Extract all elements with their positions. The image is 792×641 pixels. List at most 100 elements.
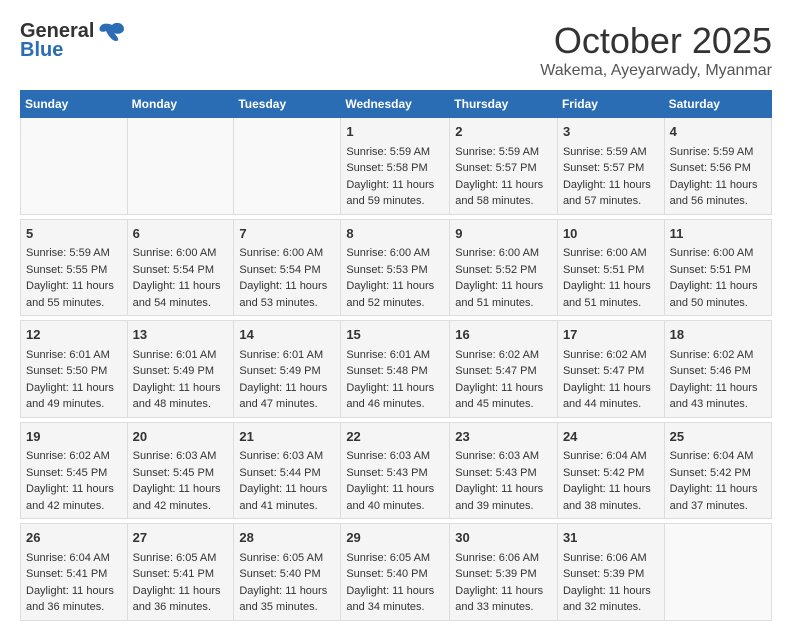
page-header: General Blue October 2025 Wakema, Ayeyar…	[20, 20, 772, 80]
day-number: 2	[455, 122, 552, 142]
day-cell: 27 Sunrise: 6:05 AMSunset: 5:41 PMDayligh…	[127, 524, 234, 621]
day-number: 17	[563, 325, 659, 345]
day-number: 15	[346, 325, 444, 345]
day-info: Sunrise: 6:03 AMSunset: 5:44 PMDaylight:…	[239, 450, 327, 512]
day-cell: 9 Sunrise: 6:00 AMSunset: 5:52 PMDaylight…	[450, 219, 558, 316]
month-title: October 2025	[540, 20, 772, 62]
day-number: 22	[346, 427, 444, 447]
day-cell: 24 Sunrise: 6:04 AMSunset: 5:42 PMDayligh…	[557, 422, 664, 519]
day-number: 13	[133, 325, 229, 345]
day-cell: 19Sunrise: 6:02 AMSunset: 5:45 PMDayligh…	[21, 422, 128, 519]
day-cell: 31Sunrise: 6:06 AMSunset: 5:39 PMDayligh…	[557, 524, 664, 621]
calendar-table: SundayMondayTuesdayWednesdayThursdayFrid…	[20, 90, 772, 621]
day-info: Sunrise: 6:05 AMSunset: 5:40 PMDaylight:…	[346, 552, 434, 614]
day-cell: 22 Sunrise: 6:03 AMSunset: 5:43 PMDayligh…	[341, 422, 450, 519]
day-info: Sunrise: 6:04 AMSunset: 5:41 PMDaylight:…	[26, 552, 114, 614]
day-number: 7	[239, 224, 335, 244]
day-info: Sunrise: 6:00 AMSunset: 5:53 PMDaylight:…	[346, 247, 434, 309]
day-number: 24	[563, 427, 659, 447]
day-info: Sunrise: 6:00 AMSunset: 5:54 PMDaylight:…	[239, 247, 327, 309]
day-info: Sunrise: 5:59 AMSunset: 5:56 PMDaylight:…	[670, 146, 758, 208]
day-info: Sunrise: 6:00 AMSunset: 5:51 PMDaylight:…	[670, 247, 758, 309]
day-number: 21	[239, 427, 335, 447]
day-cell: 17 Sunrise: 6:02 AMSunset: 5:47 PMDayligh…	[557, 321, 664, 418]
day-cell	[234, 118, 341, 215]
day-info: Sunrise: 6:06 AMSunset: 5:39 PMDaylight:…	[563, 552, 651, 614]
logo-blue: Blue	[20, 39, 63, 62]
day-info: Sunrise: 6:01 AMSunset: 5:48 PMDaylight:…	[346, 349, 434, 411]
day-info: Sunrise: 6:00 AMSunset: 5:51 PMDaylight:…	[563, 247, 651, 309]
day-info: Sunrise: 6:04 AMSunset: 5:42 PMDaylight:…	[563, 450, 651, 512]
week-row-5: 26Sunrise: 6:04 AMSunset: 5:41 PMDayligh…	[21, 524, 772, 621]
day-number: 30	[455, 528, 552, 548]
week-row-3: 12Sunrise: 6:01 AMSunset: 5:50 PMDayligh…	[21, 321, 772, 418]
day-info: Sunrise: 6:02 AMSunset: 5:45 PMDaylight:…	[26, 450, 114, 512]
day-number: 11	[670, 224, 766, 244]
day-info: Sunrise: 6:05 AMSunset: 5:40 PMDaylight:…	[239, 552, 327, 614]
day-info: Sunrise: 5:59 AMSunset: 5:58 PMDaylight:…	[346, 146, 434, 208]
day-number: 14	[239, 325, 335, 345]
day-cell: 26Sunrise: 6:04 AMSunset: 5:41 PMDayligh…	[21, 524, 128, 621]
logo: General Blue	[20, 20, 126, 62]
day-info: Sunrise: 6:00 AMSunset: 5:52 PMDaylight:…	[455, 247, 543, 309]
day-info: Sunrise: 6:02 AMSunset: 5:47 PMDaylight:…	[563, 349, 651, 411]
day-cell: 25Sunrise: 6:04 AMSunset: 5:42 PMDayligh…	[664, 422, 771, 519]
title-block: October 2025 Wakema, Ayeyarwady, Myanmar	[540, 20, 772, 80]
day-info: Sunrise: 6:01 AMSunset: 5:49 PMDaylight:…	[239, 349, 327, 411]
day-cell: 30 Sunrise: 6:06 AMSunset: 5:39 PMDayligh…	[450, 524, 558, 621]
weekday-header-tuesday: Tuesday	[234, 91, 341, 118]
location: Wakema, Ayeyarwady, Myanmar	[540, 62, 772, 80]
day-cell: 13Sunrise: 6:01 AMSunset: 5:49 PMDayligh…	[127, 321, 234, 418]
day-cell: 8 Sunrise: 6:00 AMSunset: 5:53 PMDaylight…	[341, 219, 450, 316]
day-info: Sunrise: 6:06 AMSunset: 5:39 PMDaylight:…	[455, 552, 543, 614]
day-info: Sunrise: 6:02 AMSunset: 5:46 PMDaylight:…	[670, 349, 758, 411]
day-cell: 29 Sunrise: 6:05 AMSunset: 5:40 PMDayligh…	[341, 524, 450, 621]
day-cell: 20 Sunrise: 6:03 AMSunset: 5:45 PMDayligh…	[127, 422, 234, 519]
day-number: 8	[346, 224, 444, 244]
day-info: Sunrise: 6:03 AMSunset: 5:43 PMDaylight:…	[346, 450, 434, 512]
day-cell: 15 Sunrise: 6:01 AMSunset: 5:48 PMDayligh…	[341, 321, 450, 418]
day-cell: 16Sunrise: 6:02 AMSunset: 5:47 PMDayligh…	[450, 321, 558, 418]
day-number: 27	[133, 528, 229, 548]
day-cell: 6Sunrise: 6:00 AMSunset: 5:54 PMDaylight…	[127, 219, 234, 316]
week-row-4: 19Sunrise: 6:02 AMSunset: 5:45 PMDayligh…	[21, 422, 772, 519]
day-info: Sunrise: 6:04 AMSunset: 5:42 PMDaylight:…	[670, 450, 758, 512]
day-cell	[21, 118, 128, 215]
day-number: 18	[670, 325, 766, 345]
day-info: Sunrise: 6:03 AMSunset: 5:45 PMDaylight:…	[133, 450, 221, 512]
day-cell: 23 Sunrise: 6:03 AMSunset: 5:43 PMDayligh…	[450, 422, 558, 519]
day-number: 23	[455, 427, 552, 447]
day-number: 1	[346, 122, 444, 142]
day-cell	[664, 524, 771, 621]
day-info: Sunrise: 6:02 AMSunset: 5:47 PMDaylight:…	[455, 349, 543, 411]
weekday-header-thursday: Thursday	[450, 91, 558, 118]
weekday-header-row: SundayMondayTuesdayWednesdayThursdayFrid…	[21, 91, 772, 118]
day-cell: 1 Sunrise: 5:59 AMSunset: 5:58 PMDaylight…	[341, 118, 450, 215]
weekday-header-monday: Monday	[127, 91, 234, 118]
day-number: 5	[26, 224, 122, 244]
day-cell: 2Sunrise: 5:59 AMSunset: 5:57 PMDaylight…	[450, 118, 558, 215]
weekday-header-saturday: Saturday	[664, 91, 771, 118]
weekday-header-wednesday: Wednesday	[341, 91, 450, 118]
day-cell: 18 Sunrise: 6:02 AMSunset: 5:46 PMDayligh…	[664, 321, 771, 418]
day-number: 12	[26, 325, 122, 345]
day-info: Sunrise: 6:03 AMSunset: 5:43 PMDaylight:…	[455, 450, 543, 512]
day-cell: 21 Sunrise: 6:03 AMSunset: 5:44 PMDayligh…	[234, 422, 341, 519]
week-row-1: 1 Sunrise: 5:59 AMSunset: 5:58 PMDaylight…	[21, 118, 772, 215]
day-number: 29	[346, 528, 444, 548]
day-info: Sunrise: 5:59 AMSunset: 5:55 PMDaylight:…	[26, 247, 114, 309]
weekday-header-sunday: Sunday	[21, 91, 128, 118]
day-info: Sunrise: 6:05 AMSunset: 5:41 PMDaylight:…	[133, 552, 221, 614]
day-cell: 10 Sunrise: 6:00 AMSunset: 5:51 PMDayligh…	[557, 219, 664, 316]
day-cell: 28Sunrise: 6:05 AMSunset: 5:40 PMDayligh…	[234, 524, 341, 621]
day-number: 20	[133, 427, 229, 447]
day-cell: 12Sunrise: 6:01 AMSunset: 5:50 PMDayligh…	[21, 321, 128, 418]
weekday-header-friday: Friday	[557, 91, 664, 118]
day-number: 4	[670, 122, 766, 142]
day-number: 9	[455, 224, 552, 244]
day-number: 3	[563, 122, 659, 142]
day-number: 10	[563, 224, 659, 244]
week-row-2: 5 Sunrise: 5:59 AMSunset: 5:55 PMDaylight…	[21, 219, 772, 316]
day-info: Sunrise: 6:00 AMSunset: 5:54 PMDaylight:…	[133, 247, 221, 309]
day-cell: 7 Sunrise: 6:00 AMSunset: 5:54 PMDaylight…	[234, 219, 341, 316]
